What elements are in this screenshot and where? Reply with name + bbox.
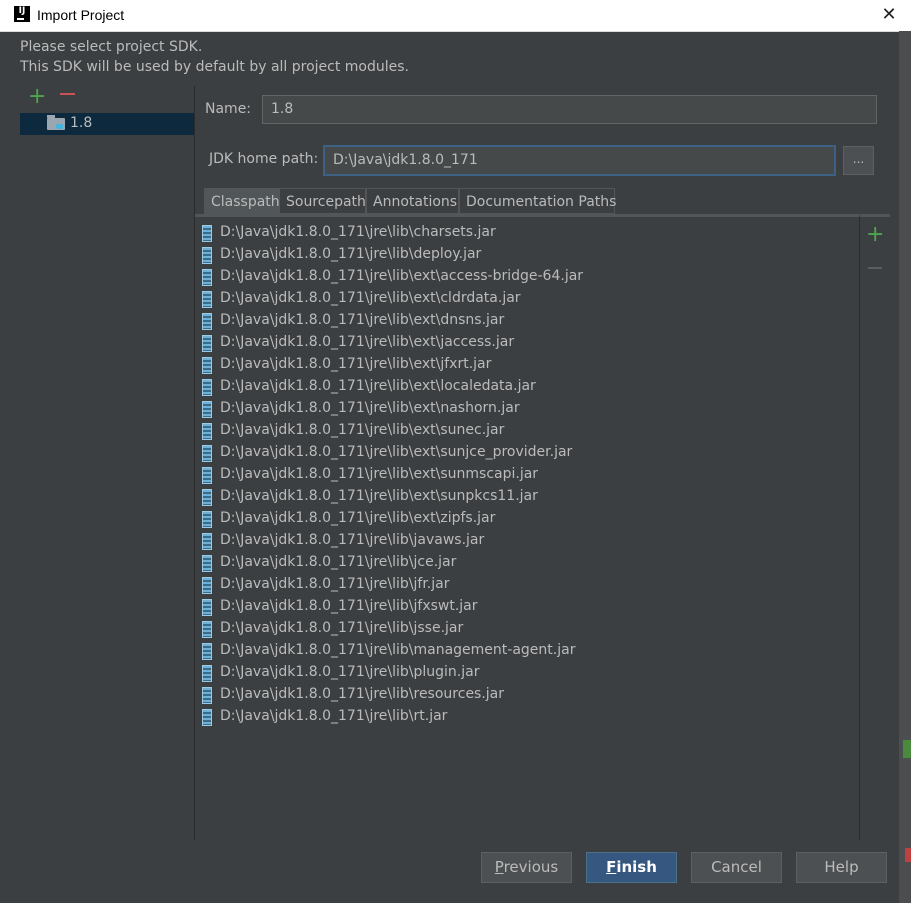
- jar-icon: [202, 423, 212, 440]
- jar-icon: [202, 489, 212, 506]
- jar-icon: [202, 313, 212, 330]
- jar-icon: [202, 511, 212, 528]
- list-item[interactable]: D:\Java\jdk1.8.0_171\jre\lib\jsse.jar: [195, 618, 855, 640]
- jar-icon: [202, 533, 212, 550]
- jar-icon: [202, 247, 212, 264]
- jdk-home-path-field[interactable]: D:\Java\jdk1.8.0_171: [323, 145, 836, 176]
- jar-icon: [202, 335, 212, 352]
- list-item[interactable]: D:\Java\jdk1.8.0_171\jre\lib\jfxswt.jar: [195, 596, 855, 618]
- jar-icon: [202, 401, 212, 418]
- list-item[interactable]: D:\Java\jdk1.8.0_171\jre\lib\ext\cldrdat…: [195, 288, 855, 310]
- background-fragment: [903, 740, 911, 758]
- window-edge: [899, 31, 911, 903]
- list-item[interactable]: D:\Java\jdk1.8.0_171\jre\lib\ext\sunpkcs…: [195, 486, 855, 508]
- list-item[interactable]: D:\Java\jdk1.8.0_171\jre\lib\ext\jfxrt.j…: [195, 354, 855, 376]
- classpath-list[interactable]: D:\Java\jdk1.8.0_171\jre\lib\charsets.ja…: [195, 214, 859, 840]
- list-item[interactable]: D:\Java\jdk1.8.0_171\jre\lib\ext\sunmsca…: [195, 464, 855, 486]
- finish-button[interactable]: Finish: [586, 852, 677, 883]
- jar-icon: [202, 709, 212, 726]
- background-fragment: [905, 848, 911, 862]
- list-item[interactable]: D:\Java\jdk1.8.0_171\jre\lib\plugin.jar: [195, 662, 855, 684]
- jar-icon: [202, 665, 212, 682]
- jar-icon: [202, 687, 212, 704]
- list-item[interactable]: D:\Java\jdk1.8.0_171\jre\lib\javaws.jar: [195, 530, 855, 552]
- jar-icon: [202, 225, 212, 242]
- list-item[interactable]: D:\Java\jdk1.8.0_171\jre\lib\ext\dnsns.j…: [195, 310, 855, 332]
- jar-icon: [202, 445, 212, 462]
- list-item[interactable]: D:\Java\jdk1.8.0_171\jre\lib\ext\access-…: [195, 266, 855, 288]
- title-bar: IJ Import Project ✕: [0, 0, 911, 32]
- plus-icon[interactable]: +: [866, 224, 884, 246]
- list-item[interactable]: D:\Java\jdk1.8.0_171\jre\lib\management-…: [195, 640, 855, 662]
- jdk-home-path-label: JDK home path:: [209, 151, 319, 167]
- name-field[interactable]: 1.8: [262, 95, 877, 124]
- instruction-subtext: This SDK will be used by default by all …: [20, 59, 410, 75]
- help-button[interactable]: Help: [796, 852, 887, 883]
- jar-icon: [202, 599, 212, 616]
- jar-icon: [202, 467, 212, 484]
- sdk-label: 1.8: [70, 115, 93, 131]
- minus-icon[interactable]: [60, 93, 75, 95]
- jdk-folder-icon: [47, 115, 65, 130]
- list-item[interactable]: D:\Java\jdk1.8.0_171\jre\lib\ext\localed…: [195, 376, 855, 398]
- sdk-list-item[interactable]: 1.8: [20, 113, 194, 135]
- window-title: Import Project: [37, 7, 125, 23]
- jar-icon: [202, 291, 212, 308]
- list-item[interactable]: D:\Java\jdk1.8.0_171\jre\lib\ext\sunec.j…: [195, 420, 855, 442]
- instruction-text: Please select project SDK.: [20, 39, 203, 55]
- list-item[interactable]: D:\Java\jdk1.8.0_171\jre\lib\deploy.jar: [195, 244, 855, 266]
- list-item[interactable]: D:\Java\jdk1.8.0_171\jre\lib\jce.jar: [195, 552, 855, 574]
- jar-icon: [202, 643, 212, 660]
- jar-icon: [202, 577, 212, 594]
- browse-button[interactable]: ...: [843, 146, 874, 175]
- list-item[interactable]: D:\Java\jdk1.8.0_171\jre\lib\resources.j…: [195, 684, 855, 706]
- plus-icon[interactable]: +: [28, 86, 46, 108]
- sdk-list-panel: + 1.8: [20, 86, 195, 840]
- jar-icon: [202, 357, 212, 374]
- minus-icon[interactable]: [868, 267, 882, 269]
- jar-icon: [202, 621, 212, 638]
- tab-classpath[interactable]: Classpath: [204, 188, 280, 214]
- cancel-button[interactable]: Cancel: [691, 852, 782, 883]
- tab-documentation-paths[interactable]: Documentation Paths: [459, 188, 616, 214]
- list-item[interactable]: D:\Java\jdk1.8.0_171\jre\lib\jfr.jar: [195, 574, 855, 596]
- tab-annotations[interactable]: Annotations: [366, 188, 459, 214]
- list-item[interactable]: D:\Java\jdk1.8.0_171\jre\lib\rt.jar: [195, 706, 855, 728]
- list-item[interactable]: D:\Java\jdk1.8.0_171\jre\lib\ext\jaccess…: [195, 332, 855, 354]
- jar-icon: [202, 269, 212, 286]
- previous-button[interactable]: Previous: [481, 852, 572, 883]
- close-icon[interactable]: ✕: [879, 4, 899, 26]
- jar-icon: [202, 555, 212, 572]
- list-item[interactable]: D:\Java\jdk1.8.0_171\jre\lib\charsets.ja…: [195, 222, 855, 244]
- tab-sourcepath[interactable]: Sourcepath: [279, 188, 366, 214]
- list-item[interactable]: D:\Java\jdk1.8.0_171\jre\lib\ext\zipfs.j…: [195, 508, 855, 530]
- list-item[interactable]: D:\Java\jdk1.8.0_171\jre\lib\ext\sunjce_…: [195, 442, 855, 464]
- intellij-icon: IJ: [14, 6, 30, 22]
- name-label: Name:: [205, 101, 252, 117]
- jar-icon: [202, 379, 212, 396]
- list-item[interactable]: D:\Java\jdk1.8.0_171\jre\lib\ext\nashorn…: [195, 398, 855, 420]
- classpath-toolbar: [859, 214, 890, 840]
